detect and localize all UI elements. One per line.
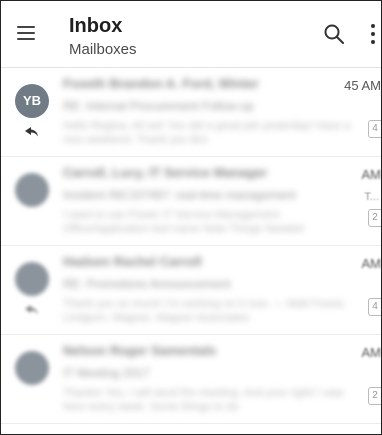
message-subject: Incident INC107467: real-time management [63,188,296,202]
message-time: AM [361,167,382,182]
message-row[interactable]: Hadsen Rachel Carroll RE: Promotions Ann… [1,246,381,335]
message-row[interactable]: YB Foseth Brandon A. Ford, Winter RE: In… [1,68,381,157]
message-sender: Nelson Roger Samentals [63,343,217,358]
message-subject: RE: Internal Procurement Follow-up [63,99,254,113]
message-preview: Thank you so much! I'm working on it now… [63,298,346,324]
message-marker: T... [364,191,379,203]
message-content: Hadsen Rachel Carroll RE: Promotions Ann… [63,254,353,325]
message-sender: Foseth Brandon A. Ford, Winter [63,76,259,91]
message-sender: Hadsen Rachel Carroll [63,254,202,269]
thread-count-badge: 4 [368,298,381,316]
hamburger-menu-icon[interactable] [17,22,39,42]
page-title: Inbox [69,15,123,37]
message-row[interactable]: Carroll, Lucy, IT Service Manager Incide… [1,157,381,246]
top-app-bar: Inbox Mailboxes [1,1,381,68]
message-preview: Hello Regina, All set! You did a great j… [63,120,351,146]
message-list: YB Foseth Brandon A. Ford, Winter RE: In… [1,68,381,434]
reply-icon [25,127,38,137]
thread-count-badge: 2 [368,209,381,227]
message-time: 45 AM [344,78,381,93]
search-icon[interactable] [323,23,345,45]
more-vertical-icon[interactable] [367,23,379,45]
message-preview: I want to use Power IT Service Managemen… [63,209,304,235]
message-row[interactable]: Nelson Roger Samentals IT Meeting 2017 T… [1,335,381,424]
mailbox-subtitle[interactable]: Mailboxes [69,41,137,58]
message-subject: RE: Promotions Announcement [63,277,231,291]
message-content: Nelson Roger Samentals IT Meeting 2017 T… [63,343,353,414]
message-subject: IT Meeting 2017 [63,366,150,380]
reply-icon [25,305,38,315]
message-sender: Carroll, Lucy, IT Service Manager [63,165,268,180]
avatar: YB [15,84,49,118]
avatar [15,173,49,207]
message-preview: Thanks! Yes, I will send the meeting. An… [63,387,344,413]
thread-count-badge: 2 [368,387,381,405]
message-time: AM [361,256,382,271]
thread-count-badge: 4 [368,120,381,138]
message-content: Carroll, Lucy, IT Service Manager Incide… [63,165,353,236]
avatar [15,262,49,296]
avatar [15,351,49,385]
message-content: Foseth Brandon A. Ford, Winter RE: Inter… [63,76,353,147]
message-time: AM [361,345,382,360]
